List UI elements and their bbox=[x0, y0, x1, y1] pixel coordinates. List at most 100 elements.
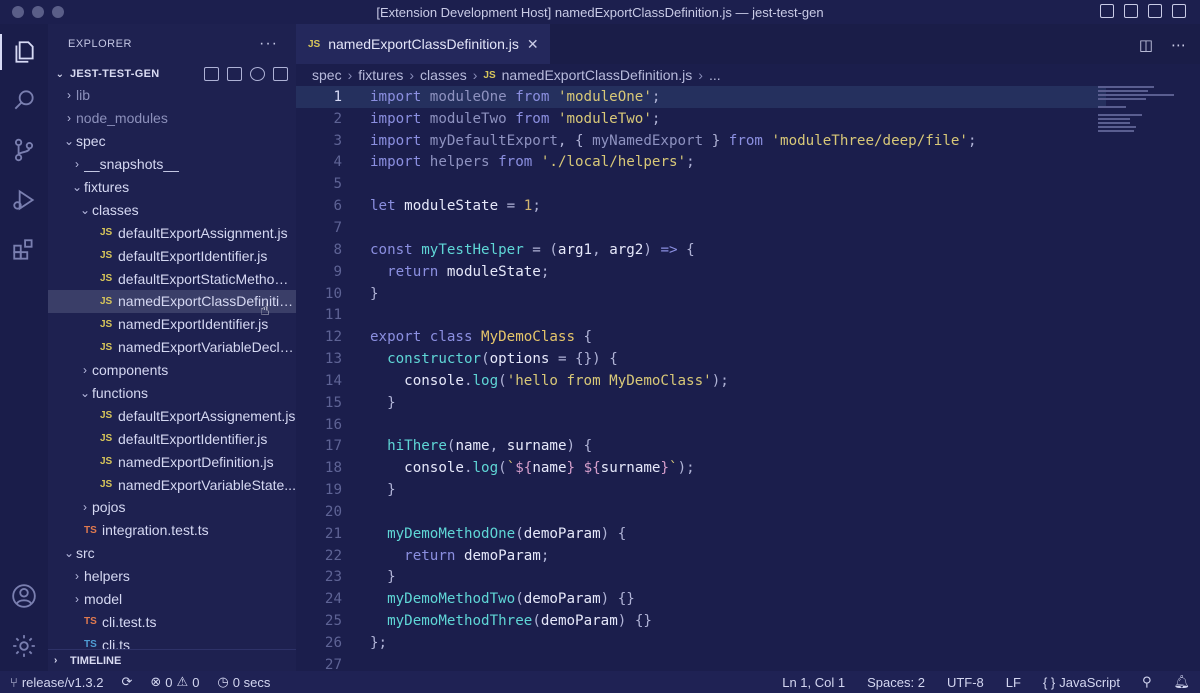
language-status[interactable]: { } JavaScript bbox=[1043, 675, 1120, 690]
file-tree-file[interactable]: JS namedExportDefinition.js bbox=[48, 450, 296, 473]
feedback-icon[interactable]: ⚲ bbox=[1142, 674, 1152, 690]
timeline-section-header[interactable]: › TIMELINE bbox=[48, 649, 296, 671]
settings-gear-icon[interactable] bbox=[0, 624, 48, 668]
file-tree-file[interactable]: JS defaultExportStaticMethod.js bbox=[48, 267, 296, 290]
file-tree-folder[interactable]: ⌄ spec bbox=[48, 130, 296, 153]
refresh-icon[interactable] bbox=[250, 67, 265, 81]
file-tree-file[interactable]: TS cli.test.ts bbox=[48, 610, 296, 633]
project-section-header[interactable]: ⌄ JEST-TEST-GEN bbox=[48, 64, 296, 84]
file-tree-folder[interactable]: ⌄ fixtures bbox=[48, 176, 296, 199]
new-file-icon[interactable] bbox=[204, 67, 219, 81]
file-tree-file[interactable]: JS defaultExportIdentifier.js bbox=[48, 427, 296, 450]
file-tree-file[interactable]: JS defaultExportAssignment.js bbox=[48, 221, 296, 244]
sync-status[interactable]: ⟳ bbox=[121, 674, 132, 690]
branch-status[interactable]: ⑂ release/v1.3.2 bbox=[10, 675, 103, 690]
code-line[interactable]: 22 return demoParam; bbox=[296, 545, 1106, 567]
file-tree-label: components bbox=[92, 362, 169, 379]
file-tree-folder[interactable]: › node_modules bbox=[48, 107, 296, 130]
toggle-sidebar-icon[interactable] bbox=[1100, 4, 1114, 18]
new-folder-icon[interactable] bbox=[227, 67, 242, 81]
account-icon[interactable] bbox=[0, 574, 48, 618]
eol-status[interactable]: LF bbox=[1006, 675, 1021, 690]
file-tree-file[interactable]: JS namedExportVariableState... bbox=[48, 473, 296, 496]
code-line[interactable]: 26}; bbox=[296, 632, 1106, 654]
timer-status[interactable]: ◷ 0 secs bbox=[217, 674, 270, 690]
file-tree-folder[interactable]: › lib bbox=[48, 84, 296, 107]
toggle-secondary-sidebar-icon[interactable] bbox=[1148, 4, 1162, 18]
breadcrumb-file[interactable]: namedExportClassDefinition.js bbox=[502, 67, 693, 83]
minimize-window-button[interactable] bbox=[32, 6, 44, 18]
file-tree-folder[interactable]: ⌄ functions bbox=[48, 382, 296, 405]
breadcrumb-more[interactable]: ... bbox=[709, 67, 721, 83]
code-text: constructor(options = {}) { bbox=[342, 351, 618, 367]
file-tree-folder[interactable]: › model bbox=[48, 588, 296, 611]
code-line[interactable]: 12 export class MyDemoClass { bbox=[296, 326, 1106, 348]
code-line[interactable]: 5 bbox=[296, 173, 1106, 195]
file-tree-file[interactable]: JS defaultExportAssignement.js bbox=[48, 404, 296, 427]
customize-layout-icon[interactable] bbox=[1172, 4, 1186, 18]
code-line[interactable]: 11 bbox=[296, 304, 1106, 326]
breadcrumb-item[interactable]: classes bbox=[420, 67, 467, 83]
code-line[interactable]: 7 bbox=[296, 217, 1106, 239]
file-tree-file[interactable]: JS defaultExportIdentifier.js bbox=[48, 244, 296, 267]
code-line[interactable]: 2 import moduleTwo from 'moduleTwo'; bbox=[296, 108, 1106, 130]
breadcrumb-item[interactable]: spec bbox=[312, 67, 342, 83]
problems-status[interactable]: ⊗ 0 ⚠ 0 bbox=[150, 674, 199, 690]
code-line[interactable]: 20 bbox=[296, 501, 1106, 523]
encoding-status[interactable]: UTF-8 bbox=[947, 675, 984, 690]
code-line[interactable]: 23 } bbox=[296, 567, 1106, 589]
split-editor-icon[interactable]: ◫ bbox=[1139, 36, 1153, 54]
code-line[interactable]: 25 myDemoMethodThree(demoParam) {} bbox=[296, 610, 1106, 632]
file-tree-folder[interactable]: › components bbox=[48, 359, 296, 382]
collapse-all-icon[interactable] bbox=[273, 67, 288, 81]
file-tree-folder[interactable]: › helpers bbox=[48, 565, 296, 588]
code-line[interactable]: 18 console.log(`${name} ${surname}`); bbox=[296, 457, 1106, 479]
file-tree-folder[interactable]: › pojos bbox=[48, 496, 296, 519]
extensions-icon[interactable] bbox=[0, 228, 48, 272]
more-actions-icon[interactable]: ··· bbox=[259, 35, 278, 53]
indentation-status[interactable]: Spaces: 2 bbox=[867, 675, 925, 690]
close-tab-icon[interactable]: ✕ bbox=[527, 36, 539, 53]
run-debug-icon[interactable] bbox=[0, 178, 48, 222]
code-token: , bbox=[489, 438, 507, 455]
maximize-window-button[interactable] bbox=[52, 6, 64, 18]
javascript-file-icon: JS bbox=[483, 69, 496, 81]
source-control-icon[interactable] bbox=[0, 128, 48, 172]
code-token: ( bbox=[481, 351, 490, 368]
file-tree-file[interactable]: TS integration.test.ts bbox=[48, 519, 296, 542]
code-token: import bbox=[370, 88, 430, 105]
file-tree-file[interactable]: JS namedExportClassDefinitio... bbox=[48, 290, 296, 313]
minimap[interactable] bbox=[1098, 86, 1178, 146]
code-line[interactable]: 15 } bbox=[296, 392, 1106, 414]
editor-tab[interactable]: JS namedExportClassDefinition.js ✕ bbox=[296, 24, 550, 64]
file-tree-folder[interactable]: ⌄ classes bbox=[48, 198, 296, 221]
file-tree-folder[interactable]: ⌄ src bbox=[48, 542, 296, 565]
code-line[interactable]: 21 myDemoMethodOne(demoParam) { bbox=[296, 523, 1106, 545]
more-actions-icon[interactable]: ⋯ bbox=[1171, 36, 1186, 54]
code-line[interactable]: 14 console.log('hello from MyDemoClass')… bbox=[296, 370, 1106, 392]
notifications-bell-icon[interactable]: 🔔︎ bbox=[1173, 674, 1190, 690]
code-line[interactable]: 24 myDemoMethodTwo(demoParam) {} bbox=[296, 588, 1106, 610]
code-line[interactable]: 16 bbox=[296, 414, 1106, 436]
code-line[interactable]: 10} bbox=[296, 283, 1106, 305]
search-icon[interactable] bbox=[0, 78, 48, 122]
explorer-icon[interactable] bbox=[0, 30, 48, 74]
code-line[interactable]: 19 } bbox=[296, 479, 1106, 501]
file-tree-file[interactable]: JS namedExportIdentifier.js bbox=[48, 313, 296, 336]
code-line[interactable]: 9 return moduleState; bbox=[296, 261, 1106, 283]
code-line[interactable]: 4 import helpers from './local/helpers'; bbox=[296, 152, 1106, 174]
code-line[interactable]: 13 constructor(options = {}) { bbox=[296, 348, 1106, 370]
toggle-panel-icon[interactable] bbox=[1124, 4, 1138, 18]
code-line[interactable]: 8 const myTestHelper = (arg1, arg2) => { bbox=[296, 239, 1106, 261]
window-controls[interactable] bbox=[12, 6, 64, 18]
code-line[interactable]: 1 import moduleOne from 'moduleOne'; bbox=[296, 86, 1106, 108]
code-editor[interactable]: 1 import moduleOne from 'moduleOne'; 2 impo… bbox=[296, 86, 1106, 676]
code-line[interactable]: 17 hiThere(name, surname) { bbox=[296, 436, 1106, 458]
code-line[interactable]: 6 let moduleState = 1; bbox=[296, 195, 1106, 217]
cursor-position[interactable]: Ln 1, Col 1 bbox=[782, 675, 845, 690]
close-window-button[interactable] bbox=[12, 6, 24, 18]
breadcrumb-item[interactable]: fixtures bbox=[358, 67, 403, 83]
code-line[interactable]: 3 import myDefaultExport, { myNamedExport… bbox=[296, 130, 1106, 152]
file-tree-file[interactable]: JS namedExportVariableDecla... bbox=[48, 336, 296, 359]
file-tree-folder[interactable]: › __snapshots__ bbox=[48, 153, 296, 176]
